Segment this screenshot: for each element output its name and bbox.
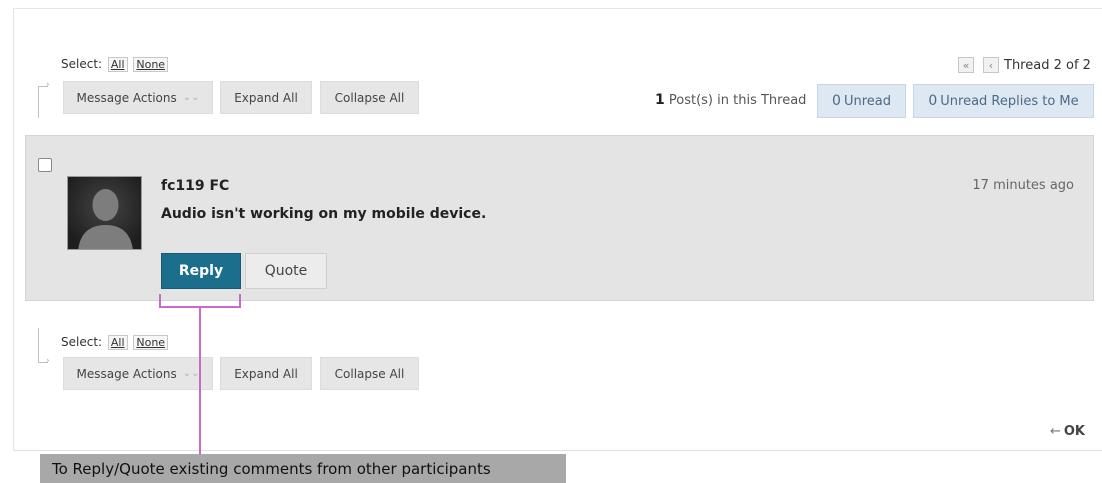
collapse-all-button[interactable]: Collapse All [320,357,419,390]
message-actions-button[interactable]: Message Actions ⌄⌄ [63,357,213,390]
select-label: Select: [61,335,103,349]
expand-all-button[interactable]: Expand All [220,81,312,114]
chevron-down-icon: ⌄⌄ [182,368,200,379]
expand-all-button[interactable]: Expand All [220,357,312,390]
message-actions-button[interactable]: Message Actions ⌄⌄ [63,81,213,114]
select-none-link[interactable]: None [133,335,169,350]
collapse-all-button[interactable]: Collapse All [320,81,419,114]
message-actions-label: Message Actions [76,90,177,105]
post-select-checkbox[interactable] [38,158,52,172]
expand-all-label: Expand All [234,366,298,381]
ok-label: OK [1063,424,1085,439]
unread-replies-button[interactable]: 0 Unread Replies to Me [913,84,1094,118]
tree-connector [38,328,39,362]
collapse-all-label: Collapse All [334,366,405,381]
unread-button[interactable]: 0 Unread [817,84,906,118]
previous-thread-icon[interactable]: ‹ [983,57,999,73]
message-actions-label: Message Actions [76,366,177,381]
tree-arrow-icon: › [46,80,50,90]
post-count-label: Post(s) in this Thread [668,93,807,108]
annotation-line [199,308,201,454]
unread-count: 0 [832,93,841,109]
select-all-link[interactable]: All [107,57,128,72]
back-arrow-icon: ← [1049,424,1061,439]
quote-button[interactable]: Quote [245,253,327,289]
expand-all-label: Expand All [234,90,298,105]
post-author[interactable]: fc119 FC [161,178,229,194]
top-select-row: Select: All None [61,57,169,72]
unread-replies-label: Unread Replies to Me [940,93,1079,109]
chevron-down-icon: ⌄⌄ [182,92,200,103]
default-user-icon [68,177,141,249]
select-none-link[interactable]: None [133,57,169,72]
post-count-value: 1 [655,92,665,108]
unread-label: Unread [843,93,891,109]
post-timestamp: 17 minutes ago [972,178,1074,193]
annotation-bracket [159,294,241,308]
post-count-text: 1 Post(s) in this Thread [655,92,806,108]
first-thread-icon[interactable]: « [958,57,974,73]
tree-connector [38,86,39,118]
collapse-all-label: Collapse All [334,90,405,105]
select-label: Select: [61,57,103,71]
post-message: Audio isn't working on my mobile device. [161,206,487,222]
select-all-link[interactable]: All [107,335,128,350]
unread-replies-count: 0 [928,93,938,109]
ok-button[interactable]: ← OK [1050,424,1085,439]
thread-position-label: Thread 2 of 2 [1004,58,1091,73]
panel-top-border [13,8,1102,9]
bottom-select-row: Select: All None [61,335,169,350]
tree-arrow-icon: › [46,356,50,366]
annotation-caption: To Reply/Quote existing comments from ot… [40,454,566,483]
avatar [67,176,142,250]
reply-button[interactable]: Reply [161,253,241,289]
